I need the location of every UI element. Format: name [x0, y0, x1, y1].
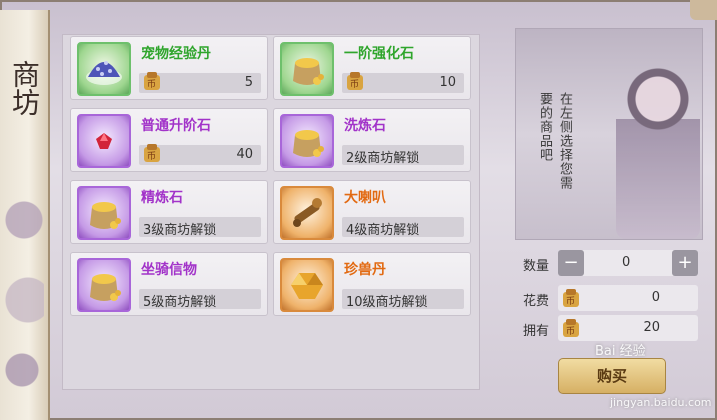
cost-value: 0 — [651, 290, 660, 305]
unlock-requirement: 10级商坊解锁 — [346, 295, 428, 310]
shop-item[interactable]: 坐骑信物 5级商坊解锁 — [70, 252, 268, 316]
item-name: 普通升阶石 — [141, 118, 211, 134]
lock-bar: 4级商坊解锁 — [342, 217, 464, 238]
pet-exp-pill-icon — [77, 42, 131, 96]
gold-sack-icon — [77, 186, 131, 240]
watermark-logo: Bai 经验 — [595, 344, 646, 359]
coin-pouch-icon: 币 — [144, 144, 160, 162]
shop-item[interactable]: 普通升阶石 币 40 — [70, 108, 268, 172]
red-gem-icon — [77, 114, 131, 168]
minus-button[interactable]: − — [558, 250, 584, 276]
coin-pouch-icon: 币 — [347, 72, 363, 90]
item-name: 宠物经验丹 — [141, 46, 211, 62]
lock-bar: 10级商坊解锁 — [342, 289, 464, 310]
gold-sack-icon — [77, 258, 131, 312]
flower-decoration — [4, 160, 44, 390]
quantity-label: 数量 — [523, 259, 550, 274]
close-button[interactable] — [690, 0, 717, 20]
lock-bar: 5级商坊解锁 — [139, 289, 261, 310]
price-value: 40 — [236, 147, 253, 162]
shop-item[interactable]: 洗炼石 2级商坊解锁 — [273, 108, 471, 172]
owned-field: 币 20 — [558, 315, 698, 341]
selection-hint: 在左侧选择您需要的商品吧 — [537, 92, 572, 190]
svg-text:币: 币 — [147, 79, 156, 90]
unlock-requirement: 2级商坊解锁 — [346, 151, 420, 166]
lock-bar: 2级商坊解锁 — [342, 145, 464, 166]
coin-pouch-icon: 币 — [563, 289, 579, 307]
item-name: 大喇叭 — [344, 190, 386, 206]
svg-text:币: 币 — [566, 326, 575, 337]
shop-banner: 商坊 — [0, 10, 50, 420]
trumpet-scroll-icon — [280, 186, 334, 240]
shop-item[interactable]: 宠物经验丹 币 5 — [70, 36, 268, 100]
coin-pouch-icon: 币 — [563, 319, 579, 337]
npc-figure — [616, 59, 700, 239]
item-name: 洗炼石 — [344, 118, 386, 134]
price-bar: 币 10 — [342, 72, 464, 93]
item-name: 一阶强化石 — [344, 46, 414, 62]
shop-item[interactable]: 一阶强化石 币 10 — [273, 36, 471, 100]
shop-item[interactable]: 珍兽丹 10级商坊解锁 — [273, 252, 471, 316]
price-bar: 币 5 — [139, 72, 261, 93]
shop-title: 商坊 — [8, 60, 41, 116]
quantity-stepper[interactable]: − 0 + — [558, 250, 698, 276]
svg-text:币: 币 — [566, 296, 575, 307]
coin-pouch-icon: 币 — [144, 72, 160, 90]
lock-bar: 3级商坊解锁 — [139, 217, 261, 238]
shop-item[interactable]: 精炼石 3级商坊解锁 — [70, 180, 268, 244]
plus-button[interactable]: + — [672, 250, 698, 276]
item-name: 珍兽丹 — [344, 262, 386, 278]
buy-button[interactable]: 购买 — [558, 358, 666, 394]
item-name: 坐骑信物 — [141, 262, 197, 278]
price-value: 5 — [244, 75, 253, 90]
gold-sack-icon — [280, 114, 334, 168]
gold-gem-icon — [280, 258, 334, 312]
owned-value: 20 — [643, 320, 660, 335]
quantity-value: 0 — [622, 255, 631, 270]
svg-text:币: 币 — [147, 151, 156, 162]
unlock-requirement: 4级商坊解锁 — [346, 223, 420, 238]
price-value: 10 — [439, 75, 456, 90]
price-bar: 币 40 — [139, 144, 261, 165]
cost-label: 花费 — [523, 294, 550, 309]
gold-sack-icon — [280, 42, 334, 96]
unlock-requirement: 5级商坊解锁 — [143, 295, 217, 310]
cost-field: 币 0 — [558, 285, 698, 311]
watermark-url: jingyan.baidu.com — [610, 396, 712, 409]
svg-text:币: 币 — [350, 79, 359, 90]
shop-item[interactable]: 大喇叭 4级商坊解锁 — [273, 180, 471, 244]
item-name: 精炼石 — [141, 190, 183, 206]
owned-label: 拥有 — [523, 324, 550, 339]
unlock-requirement: 3级商坊解锁 — [143, 223, 217, 238]
